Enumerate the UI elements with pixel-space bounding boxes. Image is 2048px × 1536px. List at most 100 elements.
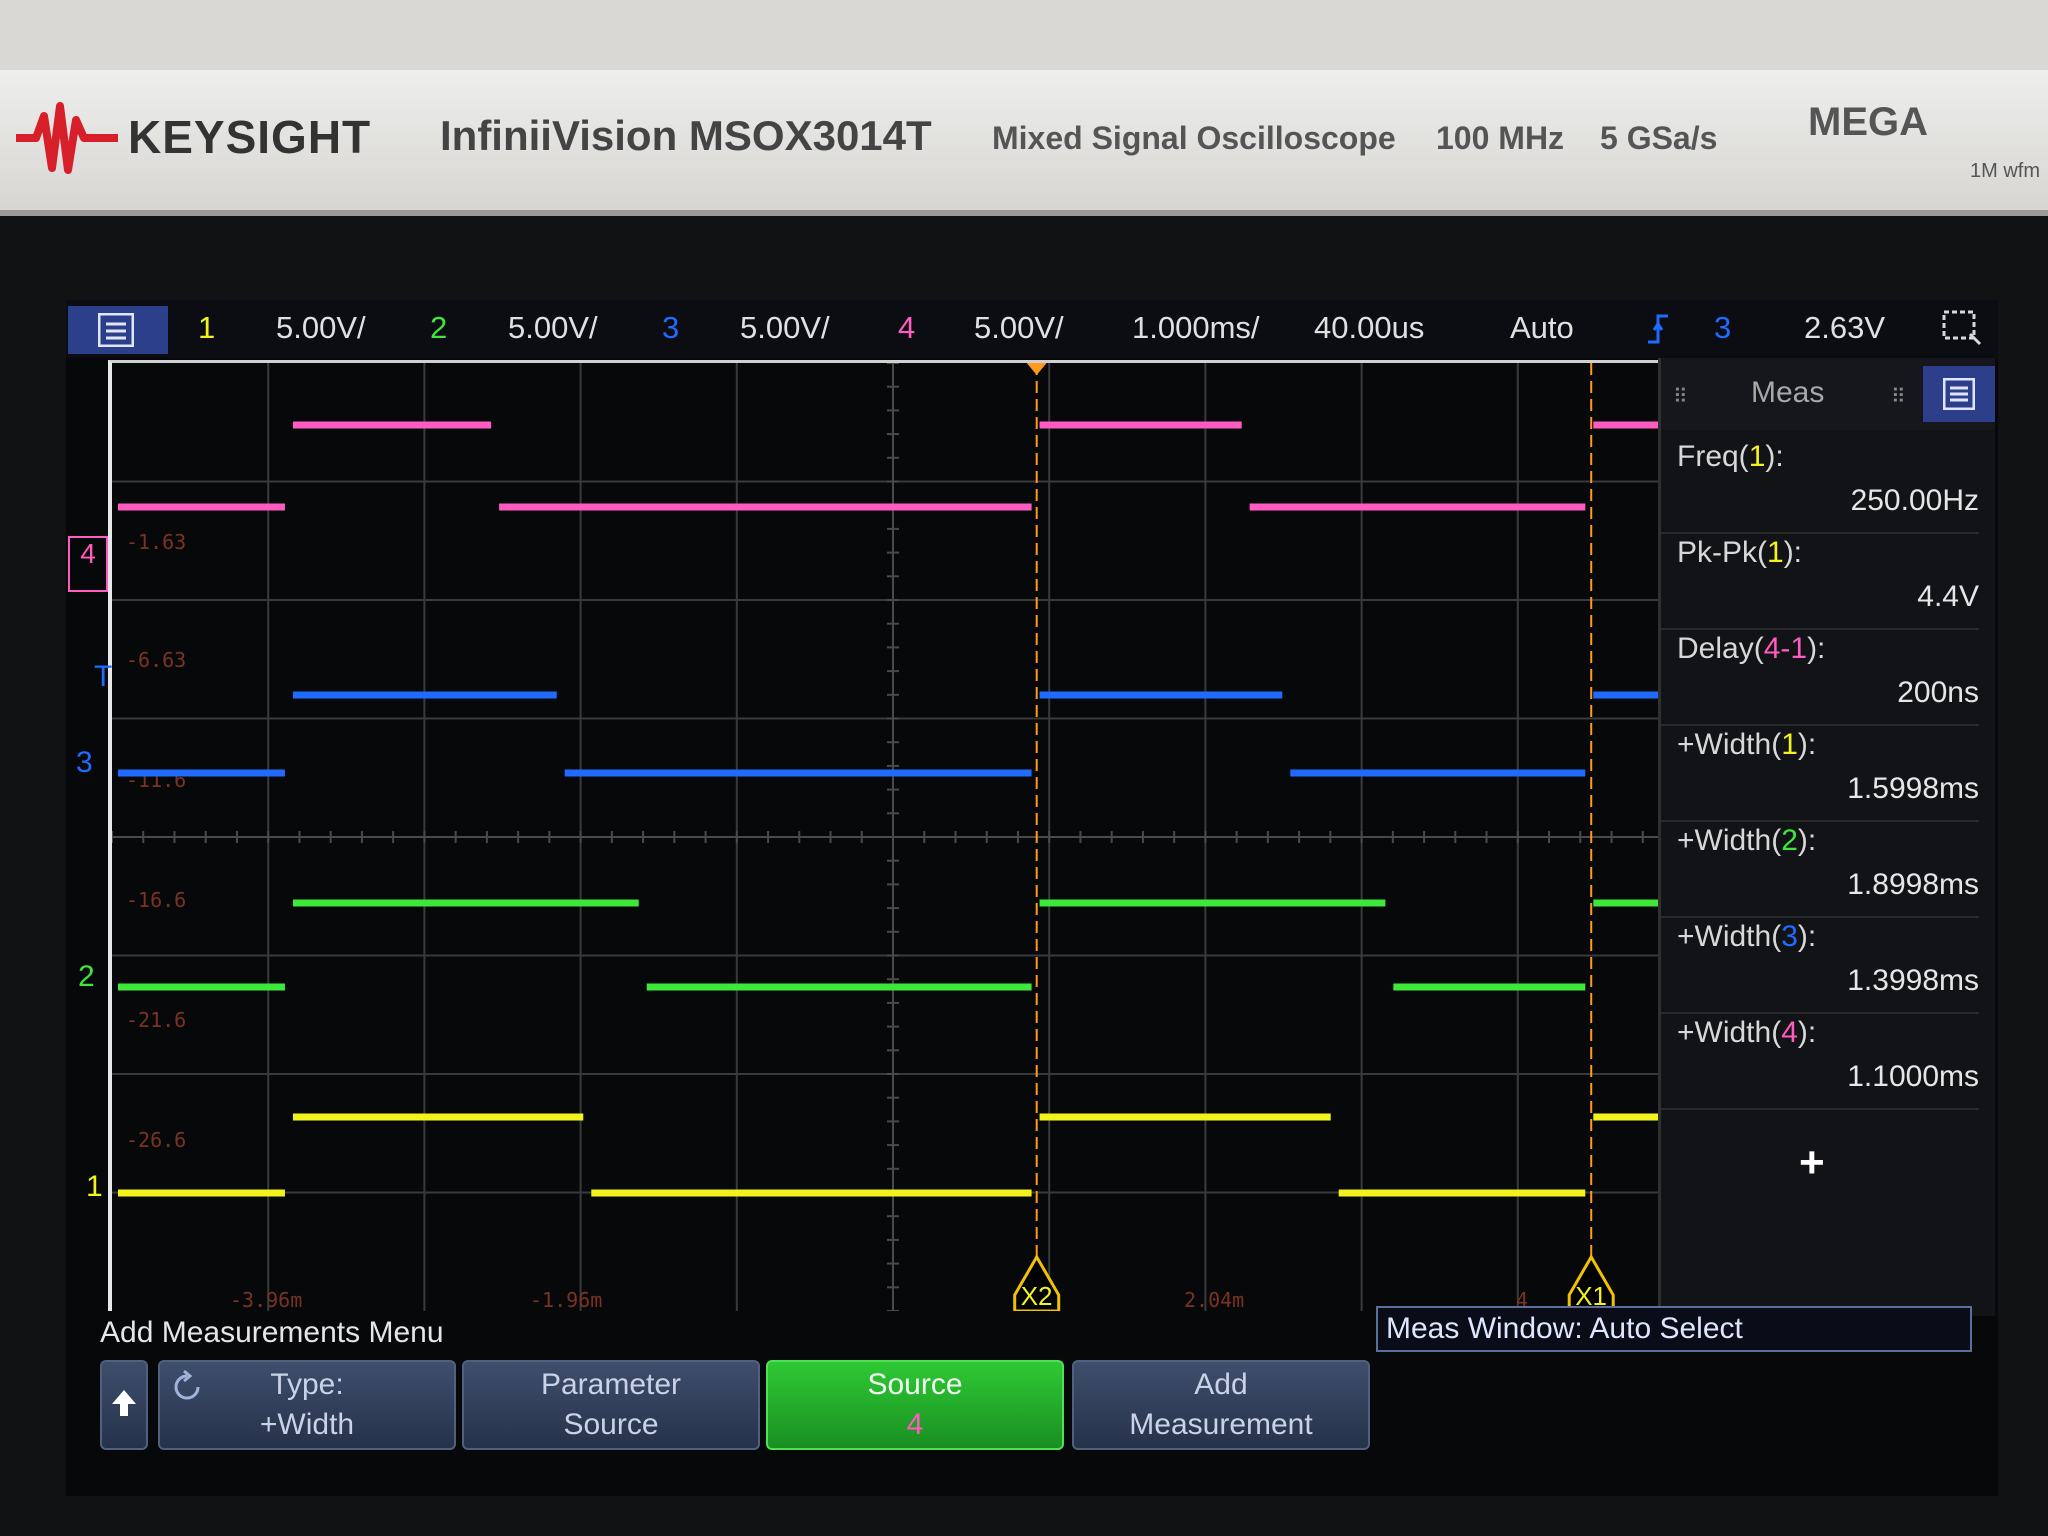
source-value: 4 [906,1408,924,1441]
source-title: Source [867,1368,963,1401]
meas-source: 1 [1781,728,1798,761]
meas-value: 1.3998ms [1847,964,1979,997]
meas-value: 200ns [1897,676,1979,709]
meas-source: 4-1 [1763,632,1808,665]
meas-label: +Width(1): [1677,728,1816,762]
drag-handle-icon[interactable]: ⠿ [1891,384,1906,409]
source-softkey[interactable]: Source 4 [766,1360,1064,1450]
bezel-top [0,0,2048,80]
meas-close: ): [1797,920,1817,953]
ch4-number[interactable]: 4 [898,310,915,346]
meas-value: 4.4V [1917,580,1979,613]
ch4-ground-marker[interactable]: 4 [68,536,108,592]
ch2-number[interactable]: 2 [430,310,447,346]
offset-labels: -1.63-6.63-11.6-16.6-21.6-26.6 [126,530,186,1152]
main-menu-button[interactable] [68,306,168,354]
meas-close: ): [1807,632,1826,665]
ch4-scale[interactable]: 5.00V/ [974,310,1064,346]
cursor-x2-label: X2 [1021,1281,1053,1311]
meas-label: Delay(4-1): [1677,632,1825,666]
time-label: 2.04m [1184,1288,1244,1311]
type-label: Type: [270,1368,344,1401]
meas-value: 1.8998ms [1847,868,1979,901]
meas-label: Freq(1): [1677,440,1784,474]
status-bar: 1 5.00V/ 2 5.00V/ 3 5.00V/ 4 5.00V/ 1.00… [66,300,1998,358]
meas-source: 4 [1781,1016,1798,1049]
meas-close: ): [1797,824,1817,857]
measurement-label: Measurement [1129,1408,1313,1441]
ch3-scale[interactable]: 5.00V/ [740,310,830,346]
meas-header: ⠿ Meas ⠿ [1661,358,1995,430]
meas-item[interactable]: Delay(4-1): 200ns [1661,628,1979,726]
parameter-source-softkey[interactable]: Parameter Source [462,1360,760,1450]
meas-label: +Width(3): [1677,920,1816,954]
type-value: +Width [259,1408,355,1441]
meas-name: Pk-Pk( [1677,536,1767,569]
bandwidth-label: 100 MHz [1436,120,1565,156]
ch3-number[interactable]: 3 [662,310,679,346]
meas-item[interactable]: Pk-Pk(1): 4.4V [1661,532,1979,630]
meas-window-label: Meas Window: Auto Select [1386,1312,1743,1345]
meas-item[interactable]: +Width(4): 1.1000ms [1661,1012,1979,1110]
add-label: Add [1194,1368,1248,1401]
meas-item[interactable]: +Width(2): 1.8998ms [1661,820,1979,918]
ch1-number[interactable]: 1 [198,310,215,346]
ch2-scale[interactable]: 5.00V/ [508,310,598,346]
meas-name: Delay( [1677,632,1764,665]
meas-menu-button[interactable] [1923,366,1995,422]
meas-name: +Width( [1677,824,1782,857]
meas-item[interactable]: +Width(1): 1.5998ms [1661,724,1979,822]
meas-value: 1.5998ms [1847,772,1979,805]
ch2-ground-marker[interactable]: 2 [78,960,95,994]
add-measurement-softkey[interactable]: Add Measurement [1072,1360,1370,1450]
trigger-source[interactable]: 3 [1714,310,1731,346]
meas-name: +Width( [1677,920,1782,953]
meas-source: 2 [1781,824,1798,857]
brand-name: KEYSIGHT [128,111,372,163]
meas-window-indicator[interactable]: Meas Window: Auto Select [1376,1306,1972,1352]
sample-rate-label: 5 GSa/s [1600,120,1718,156]
meas-name: Freq( [1677,440,1749,473]
meas-close: ): [1797,728,1817,761]
menu-icon [98,313,134,347]
meas-value: 1.1000ms [1847,1060,1979,1093]
meas-item[interactable]: +Width(3): 1.3998ms [1661,916,1979,1014]
meas-item[interactable]: Freq(1): 250.00Hz [1661,436,1979,534]
zoom-box-icon[interactable] [1942,310,1984,348]
trigger-mode[interactable]: Auto [1510,310,1574,346]
waveform-display[interactable]: -1.63 -6.63 -11.6 -16.6 -21.6 -26.6 -3.96m -1.… [108,360,1674,1311]
meas-close: ): [1765,440,1784,473]
ch1-scale[interactable]: 5.00V/ [276,310,366,346]
meas-title: Meas [1751,376,1825,409]
keysight-logo-icon [16,102,118,174]
offset-label: -6.63 [126,648,186,672]
trigger-level-marker[interactable]: T [94,660,112,694]
time-label: -3.96m [230,1288,302,1311]
ch1-ground-marker[interactable]: 1 [86,1170,103,1204]
type-softkey[interactable]: Type: +Width [158,1360,456,1450]
add-measurement-plus-icon[interactable]: + [1799,1138,1825,1188]
brand-strip: KEYSIGHT InfiniiVision MSOX3014T Mixed S… [0,70,2048,216]
ch3-ground-marker[interactable]: 3 [76,746,93,780]
measurement-panel: ⠿ Meas ⠿ Freq(1): 250.00Hz Pk-Pk(1): 4.4V De… [1658,358,1995,1316]
meas-source: 1 [1767,536,1784,569]
trigger-position-marker [1026,363,1047,375]
trigger-edge-icon [1648,314,1668,344]
menu-title: Add Measurements Menu [100,1316,444,1349]
meas-close: ): [1797,1016,1817,1049]
source-label: Source [563,1408,659,1441]
model-name: InfiniiVision MSOX3014T [440,112,932,159]
trigger-level[interactable]: 2.63V [1804,310,1885,346]
offset-label: -16.6 [126,888,186,912]
drag-handle-icon[interactable]: ⠿ [1673,384,1688,409]
horizontal-delay[interactable]: 40.00us [1314,310,1424,346]
meas-name: +Width( [1677,1016,1782,1049]
ch4-marker-label: 4 [80,538,96,569]
meas-label: +Width(2): [1677,824,1816,858]
offset-label: -1.63 [126,530,186,554]
back-button[interactable] [100,1360,148,1450]
offset-label: -26.6 [126,1128,186,1152]
time-label: -1.96m [530,1288,602,1311]
timebase-scale[interactable]: 1.000ms/ [1132,310,1260,346]
meas-label: +Width(4): [1677,1016,1816,1050]
